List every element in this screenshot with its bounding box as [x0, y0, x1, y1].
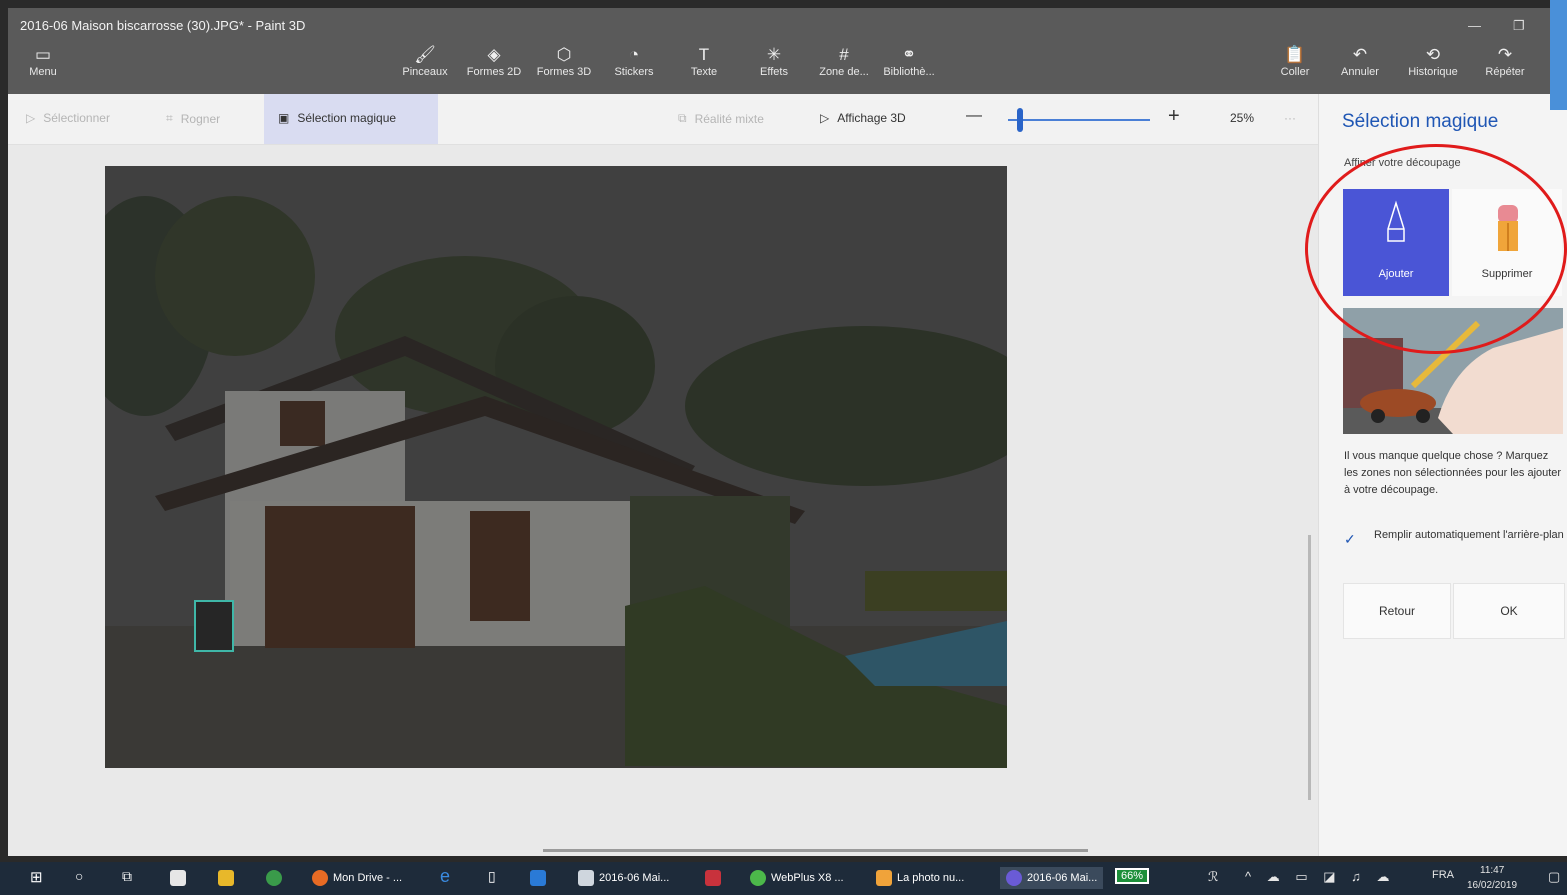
text-icon: T: [698, 45, 710, 64]
taskbar-item-photo[interactable]: 2016-06 Mai...: [578, 870, 669, 886]
notification-icon[interactable]: ▢: [1548, 869, 1560, 885]
task-view-button[interactable]: ⧉: [122, 868, 132, 885]
canvas-icon: #: [839, 45, 849, 64]
undo-icon: ↶: [1352, 45, 1368, 64]
language-indicator[interactable]: FRA: [1432, 869, 1454, 881]
select-icon: ▷: [26, 111, 36, 125]
clock-date[interactable]: 16/02/2019: [1467, 880, 1517, 891]
tool-shapes-2d[interactable]: ◈ Formes 2D: [459, 44, 529, 78]
minimize-button[interactable]: —: [1468, 18, 1481, 33]
crop-icon: ⌗: [166, 111, 173, 125]
photos-icon: [530, 870, 546, 886]
tool-shapes-3d[interactable]: ⬡ Formes 3D: [529, 44, 599, 78]
battery-indicator[interactable]: 66%: [1115, 868, 1150, 884]
view-3d-button[interactable]: ▷ Affichage 3D: [820, 111, 906, 125]
blue-edge-strip: [1550, 0, 1567, 110]
firefox-icon: [312, 870, 328, 886]
tablet-button[interactable]: ▯: [488, 868, 496, 885]
back-button[interactable]: Retour: [1343, 583, 1451, 639]
paste-button[interactable]: 📋 Coller: [1260, 44, 1330, 78]
effects-icon: ✳: [766, 45, 782, 64]
house-photo-image: [105, 166, 1007, 768]
app-button-red[interactable]: [705, 870, 721, 886]
title-bar: 2016-06 Maison biscarrosse (30).JPG* - P…: [8, 8, 1567, 94]
horizontal-scrollbar[interactable]: [543, 849, 1088, 852]
taskbar-item-paint3d[interactable]: 2016-06 Mai...: [1000, 867, 1104, 889]
mail-button[interactable]: [170, 870, 186, 886]
tool-brushes[interactable]: 🖌 Pinceaux: [390, 44, 460, 78]
history-button[interactable]: ⟲ Historique: [1398, 44, 1468, 78]
tablet-icon: ▯: [488, 868, 496, 884]
menu-icon: ▭: [34, 45, 52, 64]
photos-button[interactable]: [530, 870, 546, 886]
tool-text[interactable]: T Texte: [669, 44, 739, 78]
panel-title: Sélection magique: [1342, 111, 1499, 132]
menu-button[interactable]: ▭ Menu: [18, 44, 68, 78]
mixed-reality-icon: ⧉: [678, 111, 687, 125]
image-icon: [578, 870, 594, 886]
crop-button[interactable]: ⌗ Rogner: [166, 111, 220, 126]
search-button[interactable]: ○: [75, 868, 83, 884]
restore-button[interactable]: ❐: [1513, 18, 1525, 34]
history-icon: ⟲: [1425, 45, 1441, 64]
app-red-icon: [705, 870, 721, 886]
tool-library[interactable]: ⚭ Bibliothè...: [874, 44, 944, 78]
task-view-icon: ⧉: [122, 868, 132, 884]
clock-time[interactable]: 11:47: [1480, 865, 1504, 876]
library-icon: ⚭: [901, 45, 917, 64]
taskbar-item-webplus[interactable]: WebPlus X8 ...: [750, 870, 844, 886]
windows-icon: ⊞: [30, 869, 43, 886]
zoom-in-button[interactable]: +: [1168, 105, 1180, 128]
canvas-area: [8, 145, 1318, 856]
brush-icon: 🖌: [414, 45, 436, 64]
explorer-button[interactable]: [218, 870, 234, 886]
more-options-button[interactable]: ···: [1284, 111, 1296, 125]
edge-button[interactable]: e: [440, 866, 450, 887]
zoom-level: 25%: [1230, 111, 1255, 125]
chrome-button[interactable]: [266, 870, 282, 886]
tool-stickers[interactable]: ◔ Stickers: [599, 44, 669, 78]
taskbar-item-firefox[interactable]: Mon Drive - ...: [312, 870, 402, 886]
undo-button[interactable]: ↶ Annuler: [1325, 44, 1395, 78]
help-text: Il vous manque quelque chose ? Marquez l…: [1344, 450, 1562, 496]
mixed-reality-button[interactable]: ⧉ Réalité mixte: [678, 111, 764, 126]
paint3d-icon: [1006, 870, 1022, 886]
shapes-2d-icon: ◈: [487, 45, 501, 64]
red-annotation-circle: [1305, 144, 1567, 354]
mail-icon: [170, 870, 186, 886]
view-3d-icon: ▷: [820, 111, 830, 125]
window-title: 2016-06 Maison biscarrosse (30).JPG* - P…: [20, 18, 306, 33]
magic-select-button[interactable]: ▣ Sélection magique: [278, 111, 396, 125]
system-tray-icons[interactable]: ^ ☁ ▭ ◪ ♫ ☁: [1245, 869, 1395, 885]
webplus-icon: [750, 870, 766, 886]
select-button[interactable]: ▷ Sélectionner: [26, 111, 110, 125]
tool-canvas[interactable]: # Zone de...: [809, 44, 879, 78]
autofill-checkbox[interactable]: ✓: [1344, 531, 1356, 548]
edge-icon: e: [440, 866, 451, 886]
chrome-icon: [266, 870, 282, 886]
redo-icon: ↷: [1497, 45, 1513, 64]
ok-button[interactable]: OK: [1453, 583, 1565, 639]
search-circle-icon: ○: [75, 868, 84, 884]
zoom-track: [1028, 119, 1150, 121]
taskbar: ⊞ ○ ⧉ Mon Drive - ... e ▯ 2016-06 Mai...…: [0, 862, 1567, 895]
folder-icon: [218, 870, 234, 886]
magic-select-icon: ▣: [278, 111, 290, 125]
zoom-slider-thumb[interactable]: [1017, 108, 1023, 132]
tool-effects[interactable]: ✳ Effets: [739, 44, 809, 78]
start-button[interactable]: ⊞: [30, 868, 43, 886]
cube-icon: ⬡: [556, 45, 572, 64]
zoom-out-button[interactable]: —: [966, 107, 982, 125]
sub-toolbar: ▷ Sélectionner ⌗ Rogner ▣ Sélection magique…: [8, 94, 1318, 145]
paste-icon: 📋: [1284, 45, 1306, 64]
paint3d-window: 2016-06 Maison biscarrosse (30).JPG* - P…: [8, 8, 1567, 856]
autofill-label: Remplir automatiquement l'arrière-plan: [1374, 529, 1564, 541]
vertical-scrollbar[interactable]: [1308, 535, 1311, 800]
people-icon[interactable]: ℛ: [1208, 869, 1218, 885]
slides-icon: [876, 870, 892, 886]
redo-button[interactable]: ↷ Répéter: [1470, 44, 1540, 78]
sticker-icon: ◔: [628, 45, 640, 64]
photo-canvas[interactable]: [105, 166, 1007, 768]
taskbar-item-photo-nu[interactable]: La photo nu...: [876, 870, 964, 886]
